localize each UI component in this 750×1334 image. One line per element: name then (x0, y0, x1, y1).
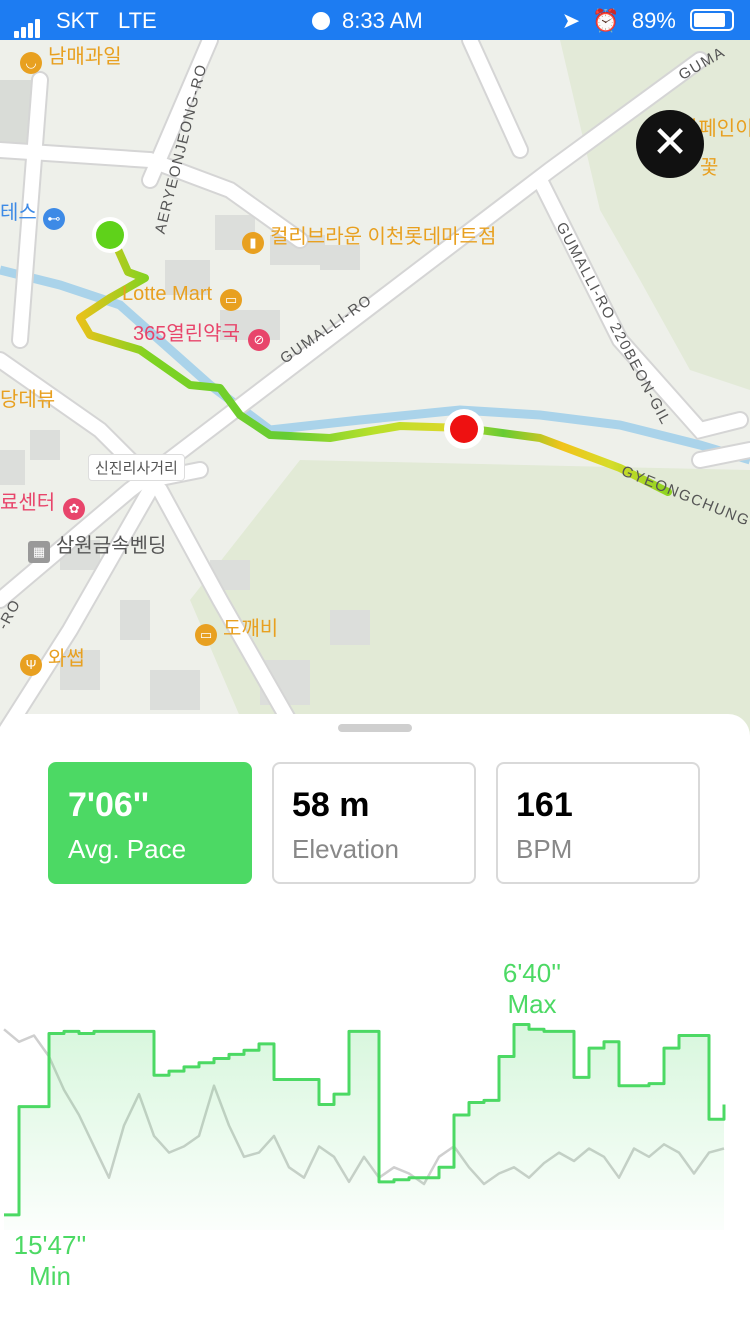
poi-lotte-mart[interactable]: Lotte Mart ▭ (122, 283, 248, 311)
basket-icon: ◡ (20, 52, 42, 74)
poi-flower[interactable]: 꽃 (700, 151, 718, 180)
stat-value: 161 (516, 786, 573, 824)
max-label: Max (507, 989, 557, 1019)
poi-gym[interactable]: 테스 ⊷ (0, 196, 71, 230)
pill-icon: ⊘ (247, 329, 270, 351)
fork-knife-icon: Ψ (20, 654, 42, 676)
dumbbell-icon: ⊷ (42, 208, 65, 230)
poi-cafe[interactable]: ▮ 컬리브라운 이천롯데마트점 (242, 220, 496, 254)
alarm-icon: ⏰ (592, 8, 620, 33)
paw-icon: ✿ (63, 498, 86, 520)
intersection-label: 신진리사거리 (88, 454, 185, 481)
stat-avg-pace[interactable]: 7'06'' Avg. Pace (48, 762, 252, 884)
min-value-label: 15'47'' (13, 1230, 87, 1260)
stat-elevation[interactable]: 58 m Elevation (272, 762, 476, 884)
stat-bpm[interactable]: 161 BPM (496, 762, 700, 884)
poi-wassup[interactable]: Ψ 와썹 (20, 642, 85, 676)
cup-icon: ▮ (242, 232, 264, 254)
bag-icon: ▭ (220, 289, 243, 311)
poi-dokkaebi[interactable]: ▭ 도깨비 (195, 612, 278, 646)
battery-percent: 89% (631, 8, 676, 33)
poi-fruit-shop[interactable]: ◡ 남매과일 (20, 40, 122, 74)
stat-label: BPM (516, 834, 573, 864)
status-bar: SKT LTE 8:33 AM ➤ ⏰ 89% (0, 0, 750, 40)
pace-chart-svg (3, 1023, 726, 1230)
sheet-grabber[interactable] (338, 724, 412, 732)
network-label: LTE (118, 8, 157, 33)
carrier-label: SKT (56, 8, 99, 33)
location-arrow-icon: ➤ (561, 8, 581, 33)
close-button[interactable]: ✕ (636, 110, 704, 178)
building-icon: ▦ (28, 541, 50, 563)
poi-pet-center[interactable]: 료센터 ✿ (0, 486, 91, 520)
signal-icon (14, 12, 42, 38)
poi-bending[interactable]: ▦ 삼원금속벤딩 (28, 529, 166, 563)
bag-icon: ▭ (195, 624, 217, 646)
stat-value: 58 m (292, 786, 370, 824)
close-icon: ✕ (651, 118, 689, 167)
stat-label: Elevation (292, 834, 399, 864)
max-value-label: 6'40'' (502, 958, 562, 988)
poi-view[interactable]: 당데뷰 (0, 383, 55, 412)
min-label: Min (29, 1261, 71, 1291)
stat-value: 7'06'' (68, 786, 149, 824)
stat-label: Avg. Pace (68, 834, 187, 864)
location-services-icon (312, 12, 330, 30)
poi-pharmacy[interactable]: 365열린약국 ⊘ (133, 317, 276, 351)
pace-area-fill (4, 1024, 724, 1230)
status-time: 8:33 AM (342, 8, 423, 33)
battery-icon (690, 9, 734, 31)
pace-chart: 6'40'' Max 15'47'' Min (0, 900, 750, 1320)
